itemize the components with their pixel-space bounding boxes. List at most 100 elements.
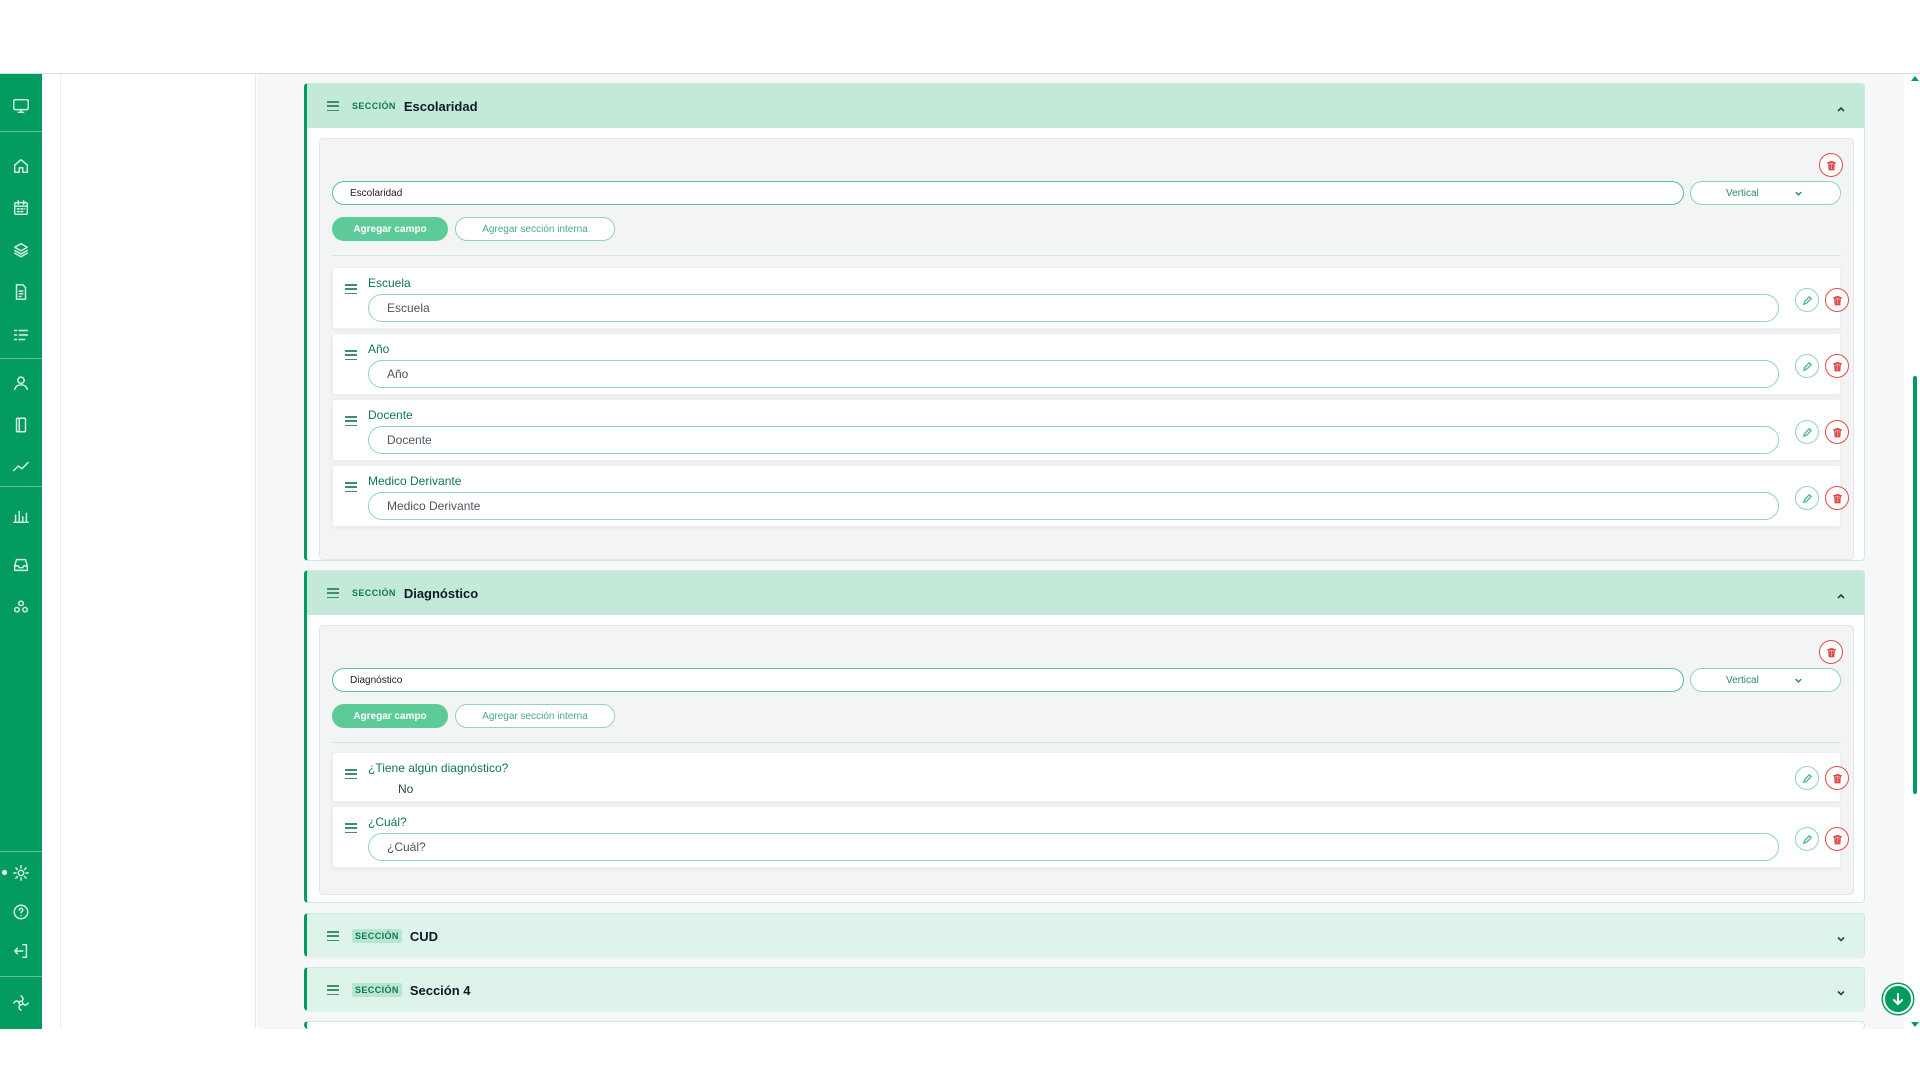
add-field-button[interactable]: Agregar campo [332,704,448,728]
field-preview-input[interactable]: ¿Cuál? [368,833,1779,861]
chevron-up-icon[interactable] [1836,101,1846,112]
delete-field-button[interactable] [1825,827,1849,851]
scroll-up-arrow-icon[interactable] [1911,76,1919,81]
delete-field-button[interactable] [1825,420,1849,444]
section-title: Diagnóstico [403,585,479,601]
chevron-down-icon[interactable] [1836,985,1846,996]
settings-icon[interactable] [11,863,31,883]
help-icon[interactable] [11,902,31,922]
list-icon[interactable] [11,325,31,345]
edit-field-button[interactable] [1795,486,1819,510]
edit-field-button[interactable] [1795,766,1819,790]
section-tag: SECCIÓN [352,929,402,943]
logout-icon[interactable] [11,941,31,961]
section-name-input[interactable] [332,181,1684,205]
delete-field-button[interactable] [1825,486,1849,510]
add-field-button[interactable]: Agregar campo [332,217,448,241]
scrollbar-track[interactable] [1904,74,1920,1029]
field-preview-input[interactable]: Escuela [368,294,1779,322]
edit-field-button[interactable] [1795,420,1819,444]
field-label: ¿Tiene algún diagnóstico? [368,761,509,775]
section-divider [332,742,1841,743]
delete-field-button[interactable] [1825,766,1849,790]
section-tag: SECCIÓN [352,588,396,598]
section-diagnostico: SECCIÓN Diagnóstico Vertical Agregar cam… [304,570,1865,903]
delete-section-button[interactable] [1819,640,1843,664]
drag-handle-icon[interactable] [327,931,339,941]
drag-handle-icon[interactable] [345,284,357,294]
delete-field-button[interactable] [1825,354,1849,378]
arrow-down-icon [1893,993,1903,1005]
drag-handle-icon[interactable] [345,823,357,833]
drag-handle-icon[interactable] [345,416,357,426]
section-header[interactable]: SECCIÓN CUD [307,914,1864,958]
active-indicator [2,870,7,875]
inbox-icon[interactable] [11,555,31,575]
calendar-icon[interactable] [11,198,31,218]
section-name-input[interactable] [332,668,1684,692]
field-row: Docente Docente [332,399,1849,461]
drag-handle-icon[interactable] [327,101,339,111]
section-title: Sección 4 [409,982,471,998]
section-header[interactable]: SECCIÓN Sección 4 [307,968,1864,1012]
section-header[interactable]: SECCIÓN Escolaridad [307,84,1864,128]
section-body: Vertical Agregar campo Agregar sección i… [319,625,1854,895]
edit-field-button[interactable] [1795,288,1819,312]
section-escolaridad: SECCIÓN Escolaridad Vertical Agregar cam… [304,83,1865,561]
layout-select-value: Vertical [1726,187,1759,199]
field-preview-input[interactable]: Docente [368,426,1779,454]
chevron-up-icon[interactable] [1836,588,1846,599]
scrollbar-thumb[interactable] [1913,376,1917,794]
delete-section-button[interactable] [1819,153,1843,177]
field-row: ¿Cuál? ¿Cuál? [332,806,1849,868]
book-icon[interactable] [11,415,31,435]
section-header[interactable]: SECCIÓN Diagnóstico [307,571,1864,615]
section-body: Vertical Agregar campo Agregar sección i… [319,138,1854,560]
sidebar-divider [0,358,42,359]
layout-select[interactable]: Vertical [1690,181,1841,205]
field-preview-input[interactable]: Medico Derivante [368,492,1779,520]
field-label: Escuela [368,276,411,290]
edit-field-button[interactable] [1795,827,1819,851]
users-group-icon[interactable] [11,597,31,617]
scroll-to-bottom-button[interactable] [1883,984,1913,1014]
section-4: SECCIÓN Sección 4 [304,967,1865,1012]
sidebar [0,74,42,1029]
document-icon[interactable] [11,282,31,302]
drag-handle-icon[interactable] [327,985,339,995]
field-row: Medico Derivante Medico Derivante [332,465,1849,527]
add-inner-section-button[interactable]: Agregar sección interna [455,704,615,728]
bar-chart-icon[interactable] [11,506,31,526]
monitor-icon[interactable] [11,96,31,116]
left-panel [60,74,256,1029]
radio-option-value[interactable]: No [398,782,413,796]
drag-handle-icon[interactable] [345,350,357,360]
home-icon[interactable] [11,156,31,176]
drag-handle-icon[interactable] [345,769,357,779]
layers-icon[interactable] [11,240,31,260]
field-preview-input[interactable]: Año [368,360,1779,388]
chevron-down-icon[interactable] [1836,931,1846,942]
layout-select[interactable]: Vertical [1690,668,1841,692]
top-bar [0,0,1920,74]
section-tag: SECCIÓN [352,983,402,997]
add-inner-section-button[interactable]: Agregar sección interna [455,217,615,241]
logo-icon [11,993,31,1013]
field-row: Año Año [332,333,1849,395]
section-cud: SECCIÓN CUD [304,913,1865,958]
sidebar-divider [0,976,42,977]
delete-field-button[interactable] [1825,288,1849,312]
drag-handle-icon[interactable] [327,588,339,598]
drag-handle-icon[interactable] [345,482,357,492]
trend-icon[interactable] [11,456,31,476]
scroll-down-arrow-icon[interactable] [1911,1022,1919,1027]
chevron-down-icon [1795,191,1802,196]
section-tag: SECCIÓN [352,101,396,111]
user-icon[interactable] [11,373,31,393]
layout-select-value: Vertical [1726,674,1759,686]
edit-field-button[interactable] [1795,354,1819,378]
field-label: Docente [368,408,413,422]
field-label: ¿Cuál? [368,815,407,829]
sidebar-divider [0,131,42,132]
field-label: Medico Derivante [368,474,462,488]
